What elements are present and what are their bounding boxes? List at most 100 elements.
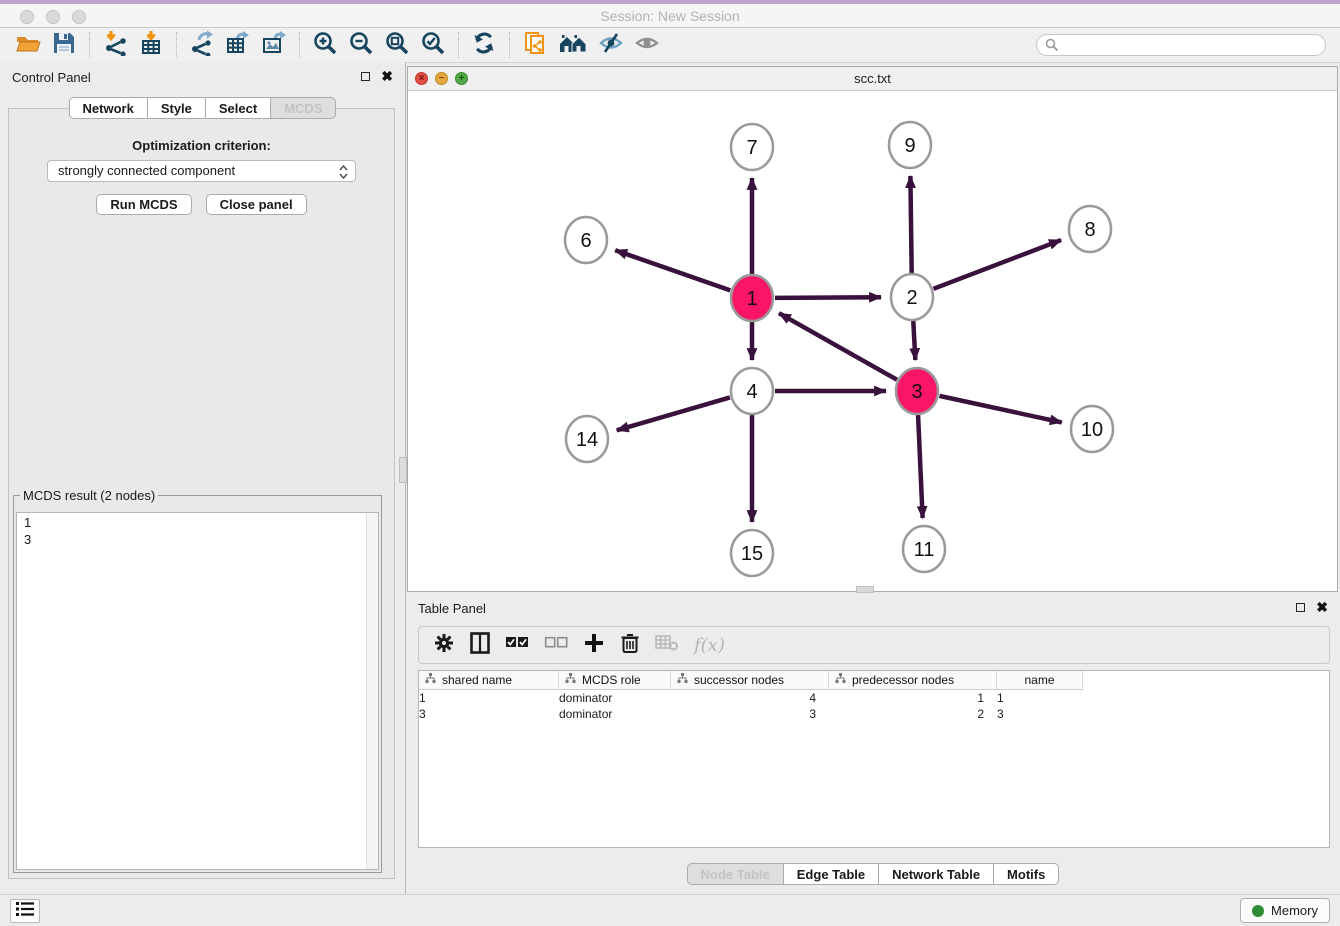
horizontal-splitter-handle[interactable]	[856, 586, 874, 593]
export-network-button[interactable]	[184, 30, 220, 60]
network-window-title: scc.txt	[408, 67, 1337, 90]
tab-edge-table[interactable]: Edge Table	[784, 863, 879, 885]
table-cell[interactable]: 1	[829, 691, 997, 705]
table-cell[interactable]: 3	[419, 707, 559, 721]
task-history-button[interactable]	[10, 899, 40, 923]
zoom-in-button[interactable]	[307, 30, 343, 60]
graph-node-label: 9	[904, 135, 915, 157]
float-panel-icon[interactable]	[361, 72, 370, 81]
tab-select[interactable]: Select	[206, 97, 271, 119]
table-row[interactable]: 1dominator411	[419, 690, 1329, 706]
delete-column-icon	[655, 634, 679, 657]
graph-node-9[interactable]: 9	[889, 122, 931, 168]
network-minimize-icon[interactable]: −	[435, 72, 448, 85]
search-input[interactable]	[1036, 34, 1326, 56]
network-close-icon[interactable]: ×	[415, 72, 428, 85]
save-floppy-icon	[51, 30, 77, 61]
network-maximize-icon[interactable]: +	[455, 72, 468, 85]
tab-motifs[interactable]: Motifs	[994, 863, 1059, 885]
column-header-name[interactable]: name	[997, 671, 1083, 690]
table-cell[interactable]: dominator	[559, 707, 671, 721]
graph-node-1[interactable]: 1	[731, 275, 773, 321]
graph-node-2[interactable]: 2	[891, 274, 933, 320]
zoom-out-icon	[348, 30, 374, 61]
add-column-icon[interactable]	[583, 632, 605, 659]
graph-node-label: 8	[1084, 219, 1095, 241]
graph-node-4[interactable]: 4	[731, 368, 773, 414]
window-titlebar: Session: New Session	[0, 0, 1340, 28]
close-panel-button[interactable]: Close panel	[206, 194, 307, 215]
table-settings-gear-icon[interactable]	[433, 632, 455, 659]
graph-node-7[interactable]: 7	[731, 124, 773, 170]
network-window-titlebar[interactable]: × − + scc.txt	[408, 67, 1337, 91]
save-session-button[interactable]	[46, 30, 82, 60]
tab-network[interactable]: Network	[69, 97, 148, 119]
table-cell[interactable]: 1	[419, 691, 559, 705]
import-network-button[interactable]	[97, 30, 133, 60]
graph-edge-2-3[interactable]	[913, 320, 915, 360]
column-header-predecessor-nodes[interactable]: predecessor nodes	[829, 671, 997, 690]
graph-node-6[interactable]: 6	[565, 217, 607, 263]
zoom-selected-button[interactable]	[415, 30, 451, 60]
zoom-out-button[interactable]	[343, 30, 379, 60]
table-cell[interactable]: dominator	[559, 691, 671, 705]
graph-node-3[interactable]: 3	[896, 368, 938, 414]
graph-edge-3-10[interactable]	[939, 396, 1061, 423]
tab-style[interactable]: Style	[148, 97, 206, 119]
graph-edge-4-14[interactable]	[617, 397, 730, 430]
graph-edge-1-2[interactable]	[775, 297, 881, 298]
memory-button[interactable]: Memory	[1240, 898, 1330, 923]
tab-node-table[interactable]: Node Table	[687, 863, 784, 885]
tab-network-table[interactable]: Network Table	[879, 863, 994, 885]
export-image-icon	[261, 30, 287, 61]
mcds-result-text[interactable]: 1 3	[16, 512, 379, 870]
graph-edge-2-8[interactable]	[933, 240, 1061, 289]
graph-node-10[interactable]: 10	[1071, 406, 1113, 452]
result-scrollbar[interactable]	[366, 513, 378, 869]
graph-node-14[interactable]: 14	[566, 416, 608, 462]
table-cell[interactable]: 2	[829, 707, 997, 721]
import-table-button[interactable]	[133, 30, 169, 60]
export-table-button[interactable]	[220, 30, 256, 60]
show-graphics-button[interactable]	[629, 30, 665, 60]
column-header-MCDS-role[interactable]: MCDS role	[559, 671, 671, 690]
zoom-fit-button[interactable]	[379, 30, 415, 60]
hide-selected-button[interactable]	[593, 30, 629, 60]
deselect-all-icon[interactable]	[544, 636, 568, 655]
close-table-panel-icon[interactable]: ✖	[1316, 602, 1328, 612]
table-cell[interactable]: 3	[671, 707, 829, 721]
close-panel-icon[interactable]: ✖	[381, 71, 393, 81]
select-all-icon[interactable]	[505, 636, 529, 655]
vertical-splitter-handle[interactable]	[399, 457, 407, 483]
node-table-body: 1dominator4113dominator323	[419, 690, 1329, 722]
column-group-icon	[835, 673, 846, 687]
home-network-button[interactable]	[553, 30, 593, 60]
refresh-button[interactable]	[466, 30, 502, 60]
zoom-fit-icon	[384, 30, 410, 61]
delete-row-trash-icon[interactable]	[620, 632, 640, 659]
search-field-wrap	[1036, 34, 1326, 56]
column-header-shared-name[interactable]: shared name	[419, 671, 559, 690]
show-columns-icon[interactable]	[470, 632, 490, 659]
table-cell[interactable]: 4	[671, 691, 829, 705]
graph-node-11[interactable]: 11	[903, 526, 945, 572]
graph-edge-1-6[interactable]	[615, 250, 730, 290]
graph-node-8[interactable]: 8	[1069, 206, 1111, 252]
table-row[interactable]: 3dominator323	[419, 706, 1329, 722]
graph-edge-3-11[interactable]	[918, 414, 923, 518]
run-mcds-button[interactable]: Run MCDS	[96, 194, 191, 215]
graph-edge-2-9[interactable]	[910, 176, 911, 274]
open-session-button[interactable]	[10, 30, 46, 60]
column-header-successor-nodes[interactable]: successor nodes	[671, 671, 829, 690]
export-image-button[interactable]	[256, 30, 292, 60]
tab-mcds[interactable]: MCDS	[271, 97, 336, 119]
table-cell[interactable]: 1	[997, 691, 1083, 705]
control-panel-tabs: Network Style Select MCDS	[0, 97, 405, 119]
graph-edge-3-1[interactable]	[779, 313, 897, 379]
float-table-panel-icon[interactable]	[1296, 603, 1305, 612]
table-cell[interactable]: 3	[997, 707, 1083, 721]
graph-node-15[interactable]: 15	[731, 530, 773, 576]
clone-network-button[interactable]	[517, 30, 553, 60]
network-canvas[interactable]: 7 9 6 8 1 2 4 3 14 10 15 11	[408, 91, 1337, 591]
optimization-criterion-select[interactable]: strongly connected component	[47, 160, 356, 182]
